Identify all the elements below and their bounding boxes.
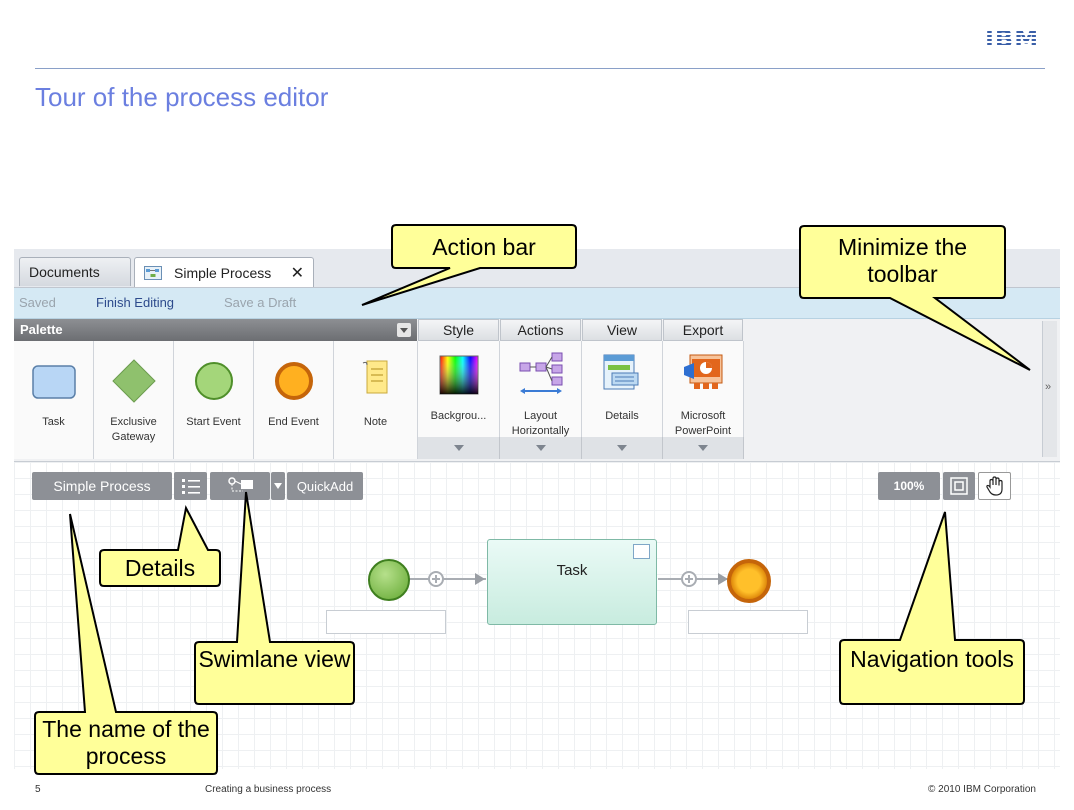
callout-minimize-text: Minimize the toolbar — [837, 234, 968, 287]
callout-navigation-text: Navigation tools — [850, 646, 1014, 672]
callout-details-text: Details — [124, 555, 196, 581]
callout-navigation-tools — [839, 511, 1025, 705]
callout-swimlane-text: Swimlane view — [198, 646, 351, 672]
callout-layer — [34, 224, 1031, 775]
callout-process-name-text: The name of the process — [42, 716, 210, 769]
copyright: © 2010 IBM Corporation — [928, 784, 1036, 795]
slide-number: 5 — [35, 784, 41, 795]
footer-title: Creating a business process — [205, 784, 332, 795]
callout-action-bar-text: Action bar — [432, 234, 536, 260]
